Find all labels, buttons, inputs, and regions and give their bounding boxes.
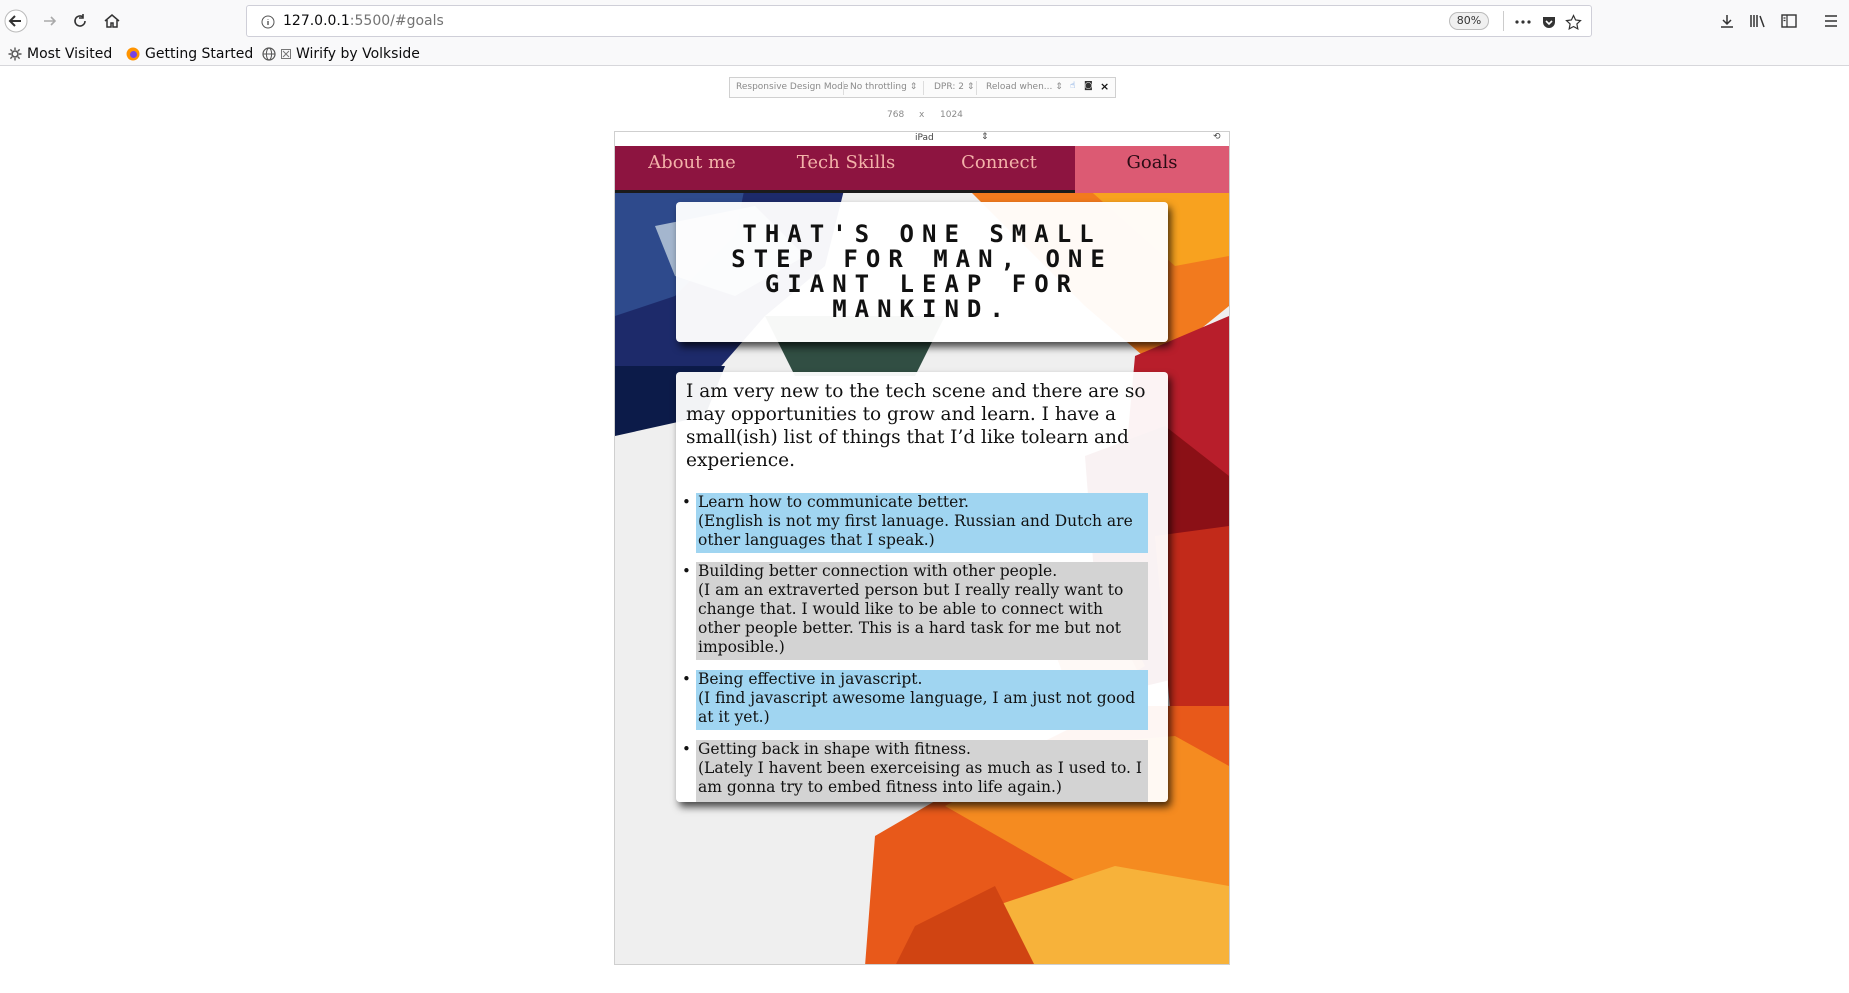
- bullet: •: [682, 493, 691, 511]
- goal-title: Being effective in javascript.: [698, 670, 923, 688]
- goal-detail: (I find javascript awesome language, I a…: [698, 689, 1136, 726]
- rdm-divider: [923, 81, 924, 95]
- chevron-updown-icon: ⇕: [981, 132, 989, 142]
- rdm-divider: [843, 81, 844, 95]
- goal-detail: (Lately I havent been exerceising as muc…: [698, 759, 1142, 796]
- goal-title: Building better connection with other pe…: [698, 562, 1058, 580]
- zoom-indicator[interactable]: 80%: [1449, 12, 1489, 30]
- viewport-width[interactable]: 768: [887, 110, 904, 120]
- back-button[interactable]: [4, 9, 28, 33]
- goal-detail: (English is not my first lanuage. Russia…: [698, 512, 1133, 549]
- nav-connect[interactable]: Connect: [923, 146, 1075, 193]
- device-name: iPad: [915, 133, 934, 143]
- downloads-icon[interactable]: [1716, 10, 1738, 32]
- reload-select[interactable]: Reload when... ⇕: [986, 82, 1063, 92]
- device-selector[interactable]: iPad ⇕ ⟲: [615, 132, 1229, 146]
- rdm-divider: [976, 81, 977, 95]
- url-text[interactable]: 127.0.0.1:5500/#goals: [283, 13, 444, 29]
- site-navigation: About me Tech Skills Connect Goals: [615, 146, 1229, 193]
- home-icon: [104, 14, 120, 28]
- dpr-select[interactable]: DPR: 2 ⇕: [934, 82, 974, 92]
- reload-icon: [74, 14, 86, 27]
- website: About me Tech Skills Connect Goals That'…: [615, 146, 1229, 964]
- pocket-icon[interactable]: [1539, 12, 1559, 32]
- sidebar-icon[interactable]: [1778, 10, 1800, 32]
- goal-detail: (I am an extraverted person but I really…: [698, 581, 1124, 656]
- goal-item: • Building better connection with other …: [682, 562, 1148, 660]
- firefox-icon: [126, 47, 140, 61]
- bookmark-getting-started[interactable]: Getting Started: [126, 44, 253, 64]
- close-rdm-icon[interactable]: ×: [1100, 80, 1109, 93]
- info-icon[interactable]: [261, 14, 275, 33]
- quote-text: That's one small step for man, one giant…: [731, 220, 1113, 323]
- goals-card: I am very new to the tech scene and ther…: [676, 372, 1168, 802]
- forward-button[interactable]: [38, 9, 62, 33]
- globe-icon: [262, 47, 276, 61]
- reload-value: Reload when...: [986, 82, 1053, 92]
- quote-card: That's one small step for man, one giant…: [676, 202, 1168, 342]
- bullet: •: [682, 670, 691, 688]
- broken-image-icon: [281, 49, 291, 59]
- back-arrow-icon: [4, 9, 28, 33]
- url-separator: [1503, 11, 1504, 31]
- nav-about-me[interactable]: About me: [615, 146, 769, 193]
- bookmark-label: Getting Started: [145, 46, 254, 62]
- rdm-title: Responsive Design Mode: [736, 82, 849, 92]
- dpr-value: DPR: 2: [934, 82, 964, 92]
- goal-item: • Getting back in shape with fitness. (L…: [682, 740, 1148, 802]
- touch-simulation-icon[interactable]: ☝: [1070, 81, 1075, 91]
- address-bar[interactable]: 127.0.0.1:5500/#goals 80%: [246, 5, 1592, 37]
- goals-intro: I am very new to the tech scene and ther…: [686, 381, 1146, 471]
- rdm-toolbar: Responsive Design Mode No throttling ⇕ D…: [729, 77, 1116, 98]
- throttling-value: No throttling: [850, 82, 907, 92]
- nav-goals[interactable]: Goals: [1075, 146, 1229, 193]
- device-viewport: iPad ⇕ ⟲ About me Tech Skills Connect Go…: [614, 131, 1230, 965]
- throttling-select[interactable]: No throttling ⇕: [850, 82, 917, 92]
- hamburger-menu-icon[interactable]: [1820, 10, 1842, 32]
- url-host: 127.0.0.1: [283, 13, 350, 29]
- bookmarks-toolbar: Most Visited Getting Started Wirify by V…: [0, 42, 1849, 66]
- url-path: :5500/#goals: [349, 13, 444, 29]
- screenshot-camera-icon[interactable]: ◙: [1084, 81, 1093, 91]
- bullet: •: [682, 562, 691, 580]
- bookmark-label: Most Visited: [27, 46, 113, 62]
- reload-button[interactable]: [68, 9, 92, 33]
- goal-item: • Being effective in javascript. (I find…: [682, 670, 1148, 730]
- forward-arrow-icon: [44, 16, 57, 26]
- viewport-height[interactable]: 1024: [940, 110, 963, 120]
- bullet: •: [682, 740, 691, 758]
- gear-icon: [8, 47, 22, 61]
- nav-tech-skills[interactable]: Tech Skills: [769, 146, 923, 193]
- home-button[interactable]: [100, 9, 124, 33]
- bookmark-label: Wirify by Volkside: [296, 46, 420, 62]
- bookmark-wirify[interactable]: Wirify by Volkside: [262, 44, 420, 64]
- rotate-icon[interactable]: ⟲: [1213, 132, 1221, 142]
- library-icon[interactable]: [1747, 10, 1769, 32]
- bookmark-most-visited[interactable]: Most Visited: [8, 44, 112, 64]
- page-actions-icon[interactable]: [1513, 12, 1533, 32]
- browser-toolbar: 127.0.0.1:5500/#goals 80%: [0, 0, 1849, 42]
- dims-separator: x: [919, 110, 925, 120]
- goal-title: Learn how to communicate better.: [698, 493, 969, 511]
- goal-item: • Learn how to communicate better. (Engl…: [682, 493, 1148, 553]
- bookmark-star-icon[interactable]: [1563, 12, 1583, 32]
- goal-title: Getting back in shape with fitness.: [698, 740, 971, 758]
